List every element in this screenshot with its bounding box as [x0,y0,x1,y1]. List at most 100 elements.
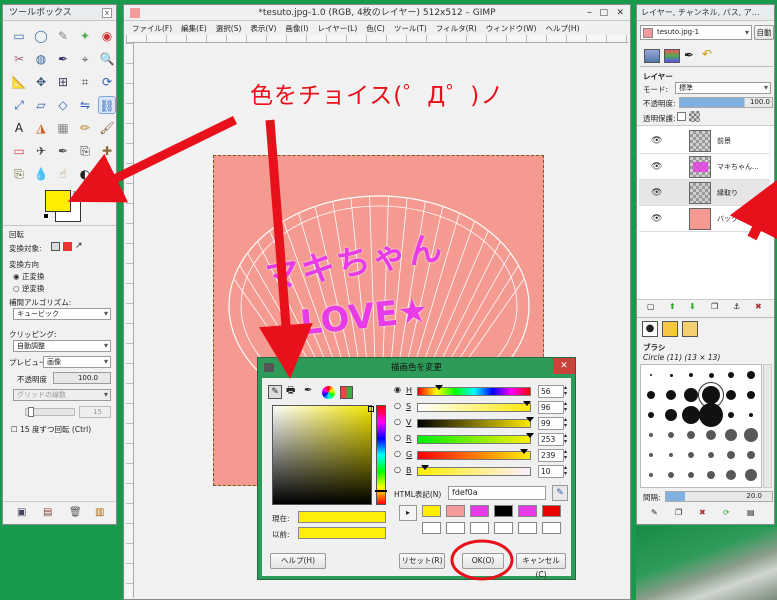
shear-tool-icon[interactable]: ▱ [32,96,50,114]
scissors-select-tool-icon[interactable]: ✂ [10,50,28,68]
brush-preset[interactable] [747,451,755,459]
brush-preset[interactable] [668,432,674,438]
transform-selection-icon[interactable] [63,242,72,251]
save-options-icon[interactable]: ▣ [17,507,26,518]
history-swatch[interactable] [494,505,513,517]
channel-radio[interactable]: ◉ [394,385,401,394]
preview-select[interactable]: 画像 [43,356,111,368]
delete-layer-icon[interactable]: ✖ [755,302,762,311]
rotate15-checkbox[interactable]: ☐ 15 度ずつ回転 (Ctrl) [11,424,91,435]
interpolation-select[interactable]: キュービック [13,308,111,320]
brush-preset[interactable] [749,413,753,417]
image-selector[interactable]: tesuto.jpg-1 [640,25,752,40]
tab-layers-icon[interactable] [644,49,660,63]
bucket-fill-tool-icon[interactable]: ◮ [32,119,50,137]
select-by-color-tool-icon[interactable]: ◉ [98,27,116,45]
blur-tool-icon[interactable]: 💧 [32,165,50,183]
lock-alpha-checkbox[interactable] [677,112,686,121]
history-swatch[interactable] [470,505,489,517]
tab-channels-icon[interactable] [664,49,680,63]
channel-spin-icon[interactable]: ▴ ▾ [564,449,567,461]
guides-slider[interactable] [25,407,75,417]
guides-select[interactable]: グリッドの線数 [13,389,111,401]
paintbrush-tool-icon[interactable]: 🖌 [98,119,116,137]
layer-row[interactable]: 👁 縁取り [639,180,770,206]
hex-input-field[interactable]: fdef0a [448,486,546,500]
history-swatch[interactable] [470,522,489,534]
reset-button[interactable]: リセット(R) [399,553,445,569]
layer-row[interactable]: 👁 マキちゃん... [639,154,770,180]
channel-radio[interactable]: ○ [394,417,401,426]
minimize-button[interactable]: – [587,5,592,21]
brush-preset[interactable] [728,412,734,418]
rotate-tool-icon[interactable]: ⟳ [98,73,116,91]
duplicate-brush-icon[interactable]: ❐ [675,508,682,517]
foreground-select-tool-icon[interactable]: ◍ [32,50,50,68]
wheel-selector-icon[interactable] [322,386,335,399]
menu-item-1[interactable]: 編集(E) [181,24,207,33]
clipping-select[interactable]: 自動調整 [13,340,111,352]
brush-preset[interactable] [648,412,654,418]
history-swatch[interactable] [422,505,441,517]
dodge-burn-tool-icon[interactable]: ◐ [76,165,94,183]
hue-strip[interactable] [375,405,387,505]
brush-grid[interactable] [640,364,762,488]
delete-brush-icon[interactable]: ✖ [699,508,706,517]
brush-preset[interactable] [726,390,736,400]
add-to-history-button[interactable]: ▸ [399,505,417,521]
history-swatch[interactable] [542,522,561,534]
layer-opacity-slider[interactable]: 100.0 [679,97,773,108]
dialog-close-button[interactable]: ✕ [553,358,575,374]
tab-paths-icon[interactable]: ✒ [684,48,694,62]
cancel-button[interactable]: キャンセル(C) [516,553,566,579]
channel-spin-icon[interactable]: ▴ ▾ [564,465,567,477]
brush-preset[interactable] [706,430,716,440]
brush-preset[interactable] [745,469,757,481]
brush-preset[interactable] [689,373,693,377]
palette-selector-icon[interactable] [340,386,353,399]
menu-item-7[interactable]: ツール(T) [394,24,427,33]
history-swatch[interactable] [518,522,537,534]
brush-preset[interactable] [744,428,758,442]
color-picker-tool-icon[interactable]: ⌖ [76,50,94,68]
new-brush-icon[interactable]: ✎ [651,508,658,517]
color-picker-button[interactable]: ✎ [552,485,568,501]
brush-preset[interactable] [708,452,714,458]
transform-path-icon[interactable]: ↗ [75,241,83,251]
eraser-tool-icon[interactable]: ▭ [10,142,28,160]
previous-color-swatch[interactable] [298,527,386,539]
channel-value-field[interactable]: 10 [538,465,564,478]
guides-number-field[interactable]: 15 [79,406,111,418]
clone-tool-icon[interactable]: ⎘ [76,142,94,160]
brush-preset[interactable] [647,391,655,399]
pencil-tool-icon[interactable]: ✏ [76,119,94,137]
menu-item-10[interactable]: ヘルプ(H) [546,24,580,33]
zoom-tool-icon[interactable]: 🔍 [98,50,116,68]
direction-reverse-radio[interactable]: ○ 逆変換 [13,283,44,294]
cmyk-selector-icon[interactable]: 🖶 [286,385,300,399]
align-tool-icon[interactable]: ⊞ [54,73,72,91]
brush-preset[interactable] [669,373,673,377]
channel-spin-icon[interactable]: ▴ ▾ [564,417,567,429]
crop-tool-icon[interactable]: ⌗ [76,73,94,91]
channel-radio[interactable]: ○ [394,401,401,410]
history-swatch[interactable] [518,505,537,517]
menu-item-5[interactable]: レイヤー(L) [317,24,357,33]
channel-slider[interactable] [417,451,531,460]
tab-brushes-icon[interactable]: ● [642,321,658,337]
brush-preset[interactable] [727,451,735,459]
scale-tool-icon[interactable]: ⤢ [10,96,28,114]
channel-slider[interactable] [417,435,531,444]
history-swatch[interactable] [422,522,441,534]
free-select-tool-icon[interactable]: ✎ [54,27,72,45]
brush-preset[interactable] [649,473,653,477]
ink-tool-icon[interactable]: ✒ [54,142,72,160]
ellipse-select-tool-icon[interactable]: ◯ [32,27,50,45]
direction-normal-radio[interactable]: ◉ 正変換 [13,271,44,282]
auto-button[interactable]: 自動 [754,25,774,40]
duplicate-layer-icon[interactable]: ❐ [711,302,718,311]
brush-preset[interactable] [688,452,694,458]
watercolor-selector-icon[interactable]: ✒ [304,385,318,399]
saturation-value-square[interactable] [272,405,374,505]
transform-layer-icon[interactable] [51,242,60,251]
